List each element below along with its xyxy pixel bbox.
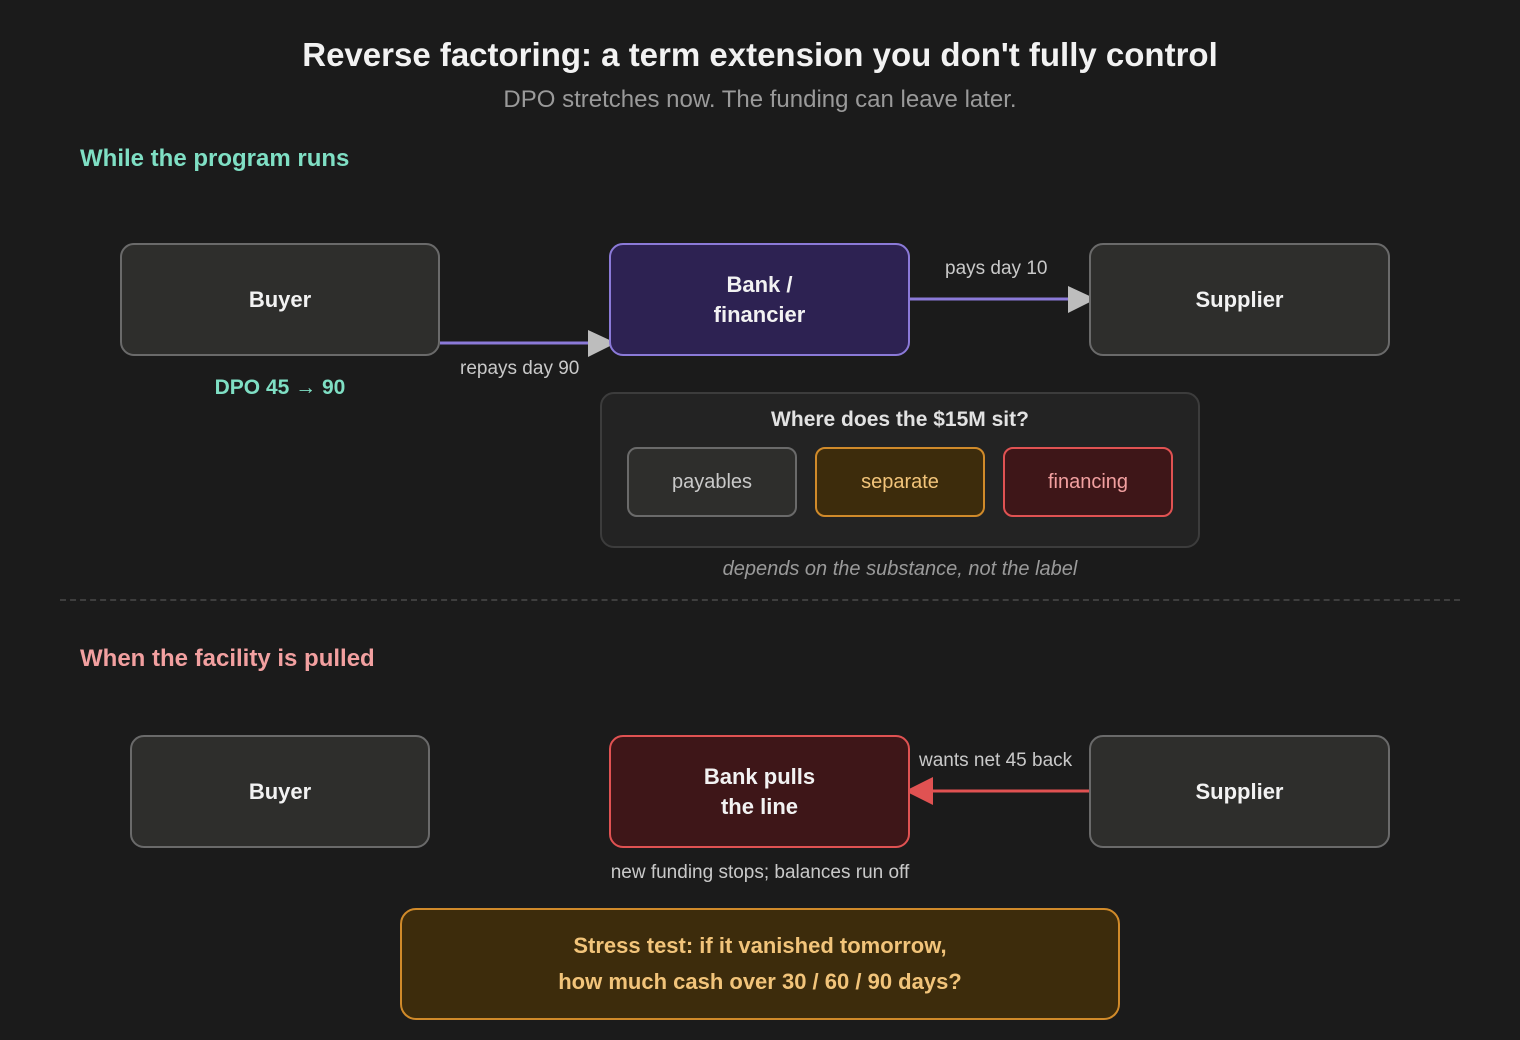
wants-label: wants net 45 back	[919, 750, 1073, 771]
buyer-node-label: Buyer	[248, 286, 312, 312]
section-divider	[60, 599, 1460, 601]
stress-line2: how much cash over 30 / 60 / 90 days?	[558, 969, 962, 994]
supplier-node: Supplier	[1089, 243, 1390, 356]
bank-node-line2: financier	[713, 301, 806, 327]
buyer-node: Buyer	[120, 243, 440, 356]
bank-financier-node: Bank / financier	[609, 243, 910, 356]
supplier-node-pulled: Supplier	[1089, 735, 1390, 848]
buyer-node-pulled-label: Buyer	[248, 778, 312, 804]
option-payables: payables	[627, 447, 797, 517]
option-separate: separate	[815, 447, 985, 517]
supplier-node-label: Supplier	[1195, 286, 1284, 312]
bank-pulls-node: Bank pulls the line	[609, 735, 910, 848]
question-text: Where does the $15M sit?	[771, 408, 1029, 431]
pays-label: pays day 10	[945, 258, 1048, 279]
dpo-label: DPO 45 → 90	[214, 376, 346, 399]
section-heading-pulled: When the facility is pulled	[80, 645, 375, 672]
buyer-node-pulled: Buyer	[130, 735, 430, 848]
stress-line1: Stress test: if it vanished tomorrow,	[573, 933, 947, 958]
supplier-node-pulled-label: Supplier	[1195, 778, 1284, 804]
repays-label: repays day 90	[460, 358, 580, 379]
bank-pulls-line2: the line	[720, 793, 798, 819]
runoff-note: new funding stops; balances run off	[610, 862, 910, 883]
stress-test-callout: Stress test: if it vanished tomorrow, ho…	[400, 908, 1120, 1020]
bank-pulls-line1: Bank pulls	[703, 763, 816, 789]
substance-note: depends on the substance, not the label	[722, 558, 1078, 580]
option-financing: financing	[1003, 447, 1173, 517]
bank-node-line1: Bank /	[726, 271, 793, 297]
